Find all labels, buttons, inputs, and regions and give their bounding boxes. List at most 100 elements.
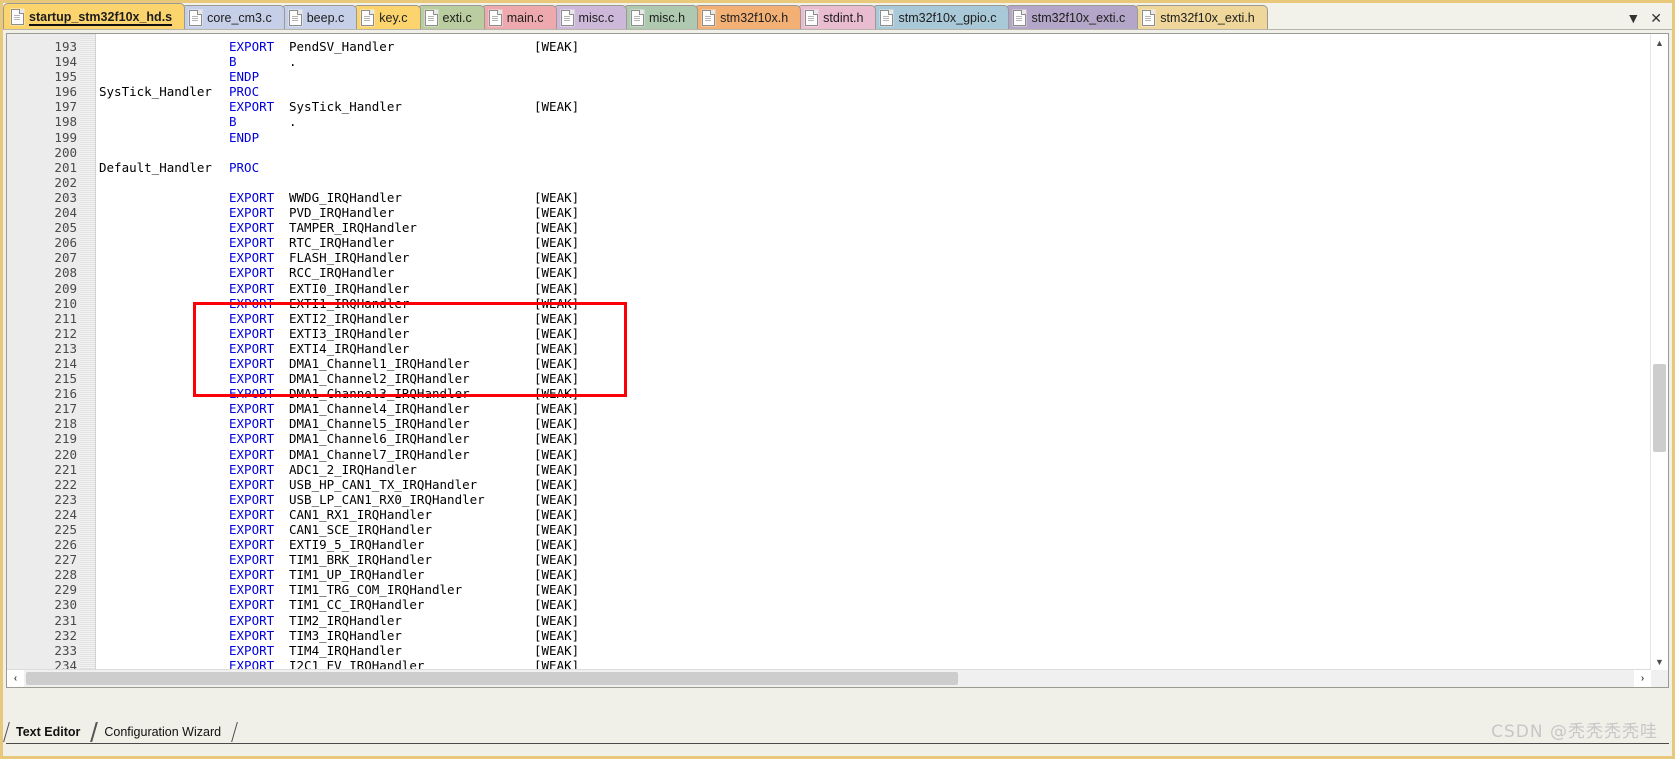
- chevron-down-icon[interactable]: ▼: [1626, 11, 1640, 25]
- file-tab-startup-stm32f10x-hd-s[interactable]: startup_stm32f10x_hd.s: [3, 3, 186, 29]
- code-line[interactable]: 213 EXPORT EXTI4_IRQHandler [WEAK]: [7, 341, 1651, 356]
- code-symbol: USB_HP_CAN1_TX_IRQHandler: [289, 476, 478, 492]
- file-tab-stm32f10x-gpio-c[interactable]: stm32f10x_gpio.c: [872, 5, 1010, 29]
- line-number: 206: [54, 235, 77, 251]
- code-line[interactable]: 200: [7, 145, 1651, 160]
- code-line[interactable]: 197 EXPORT SysTick_Handler [WEAK]: [7, 99, 1651, 114]
- line-number: 212: [54, 325, 77, 341]
- file-tab-main-c[interactable]: main.c: [480, 5, 557, 29]
- code-weak-attribute: [WEAK]: [534, 642, 580, 658]
- code-line[interactable]: 219 EXPORT DMA1_Channel6_IRQHandler [WEAK]: [7, 431, 1651, 446]
- code-line[interactable]: 210 EXPORT EXTI1_IRQHandler [WEAK]: [7, 296, 1651, 311]
- file-tab-exti-c[interactable]: exti.c: [416, 5, 485, 29]
- code-line[interactable]: 195 ENDP: [7, 69, 1651, 84]
- code-line[interactable]: 225 EXPORT CAN1_SCE_IRQHandler [WEAK]: [7, 522, 1651, 537]
- editor-viewport[interactable]: 193 EXPORT PendSV_Handler [WEAK] 194 B. 195 END…: [7, 34, 1651, 670]
- code-line[interactable]: 229 EXPORT TIM1_TRG_COM_IRQHandler [WEAK]: [7, 582, 1651, 597]
- file-tab-stm32f10x-h[interactable]: stm32f10x.h: [694, 5, 802, 29]
- code-weak-attribute: [WEAK]: [534, 537, 580, 553]
- code-line[interactable]: 221 EXPORT ADC1_2_IRQHandler [WEAK]: [7, 462, 1651, 477]
- code-line[interactable]: 199 ENDP: [7, 130, 1651, 145]
- horizontal-scrollbar-track[interactable]: [960, 670, 1634, 687]
- chevron-right-icon[interactable]: ›: [1634, 670, 1651, 687]
- code-symbol: .: [289, 54, 297, 70]
- code-text-area[interactable]: 193 EXPORT PendSV_Handler [WEAK] 194 B. 195 END…: [7, 34, 1651, 670]
- code-line[interactable]: 232 EXPORT TIM3_IRQHandler [WEAK]: [7, 628, 1651, 643]
- code-keyword: EXPORT: [229, 491, 275, 507]
- code-line[interactable]: 194 B.: [7, 54, 1651, 69]
- code-line[interactable]: 217 EXPORT DMA1_Channel4_IRQHandler [WEAK]: [7, 401, 1651, 416]
- file-tab-stm32f10x-exti-c[interactable]: stm32f10x_exti.c: [1005, 5, 1139, 29]
- code-line[interactable]: 224 EXPORT CAN1_RX1_IRQHandler [WEAK]: [7, 507, 1651, 522]
- code-keyword: PROC: [229, 159, 260, 175]
- line-text: [99, 145, 534, 160]
- code-line[interactable]: 201 Default_Handler PROC: [7, 160, 1651, 175]
- code-symbol: DMA1_Channel5_IRQHandler: [289, 416, 470, 432]
- code-line[interactable]: 211 EXPORT EXTI2_IRQHandler [WEAK]: [7, 311, 1651, 326]
- code-line[interactable]: 226 EXPORT EXTI9_5_IRQHandler [WEAK]: [7, 537, 1651, 552]
- code-line[interactable]: 204 EXPORT PVD_IRQHandler [WEAK]: [7, 205, 1651, 220]
- code-line[interactable]: 214 EXPORT DMA1_Channel1_IRQHandler [WEAK]: [7, 356, 1651, 371]
- file-icon: [189, 9, 203, 26]
- chevron-left-icon[interactable]: ‹: [7, 670, 24, 687]
- code-line[interactable]: 206 EXPORT RTC_IRQHandler [WEAK]: [7, 235, 1651, 250]
- file-tab-stm32f10x-exti-h[interactable]: stm32f10x_exti.h: [1134, 5, 1268, 29]
- line-text: EXPORT DMA1_Channel4_IRQHandler [WEAK]: [99, 401, 579, 416]
- code-weak-attribute: [WEAK]: [534, 416, 580, 432]
- line-text: EXPORT CAN1_RX1_IRQHandler [WEAK]: [99, 507, 579, 522]
- code-keyword: EXPORT: [229, 295, 275, 311]
- code-line[interactable]: 222 EXPORT USB_HP_CAN1_TX_IRQHandler [WEAK]: [7, 477, 1651, 492]
- code-line[interactable]: 233 EXPORT TIM4_IRQHandler [WEAK]: [7, 643, 1651, 658]
- code-line[interactable]: 227 EXPORT TIM1_BRK_IRQHandler [WEAK]: [7, 552, 1651, 567]
- line-number: 210: [54, 295, 77, 311]
- horizontal-scrollbar[interactable]: ‹ ›: [7, 669, 1651, 687]
- code-line[interactable]: 216 EXPORT DMA1_Channel3_IRQHandler [WEAK]: [7, 386, 1651, 401]
- file-icon: [288, 9, 302, 26]
- file-tab-key-c[interactable]: key.c: [353, 5, 421, 29]
- line-number: 214: [54, 355, 77, 371]
- code-line[interactable]: 203 EXPORT WWDG_IRQHandler [WEAK]: [7, 190, 1651, 205]
- code-line[interactable]: 218 EXPORT DMA1_Channel5_IRQHandler [WEAK]: [7, 416, 1651, 431]
- view-mode-tabs: Text Editor Configuration Wizard: [6, 718, 1669, 742]
- code-line[interactable]: 208 EXPORT RCC_IRQHandler [WEAK]: [7, 265, 1651, 280]
- code-symbol: TIM1_CC_IRQHandler: [289, 597, 425, 613]
- code-symbol: EXTI9_5_IRQHandler: [289, 537, 425, 553]
- code-line[interactable]: 215 EXPORT DMA1_Channel2_IRQHandler [WEAK]: [7, 371, 1651, 386]
- code-line[interactable]: 205 EXPORT TAMPER_IRQHandler [WEAK]: [7, 220, 1651, 235]
- line-number: 202: [54, 174, 77, 190]
- code-line[interactable]: 209 EXPORT EXTI0_IRQHandler [WEAK]: [7, 281, 1651, 296]
- code-line[interactable]: 198 B.: [7, 114, 1651, 129]
- view-tab-text-editor[interactable]: Text Editor: [6, 722, 94, 742]
- view-tab-configuration-wizard[interactable]: Configuration Wizard: [94, 722, 235, 742]
- line-number: 201: [54, 159, 77, 175]
- code-line[interactable]: 220 EXPORT DMA1_Channel7_IRQHandler [WEAK]: [7, 447, 1651, 462]
- code-line[interactable]: 223 EXPORT USB_LP_CAN1_RX0_IRQHandler [WEAK…: [7, 492, 1651, 507]
- file-tab-stdint-h[interactable]: stdint.h: [797, 5, 877, 29]
- code-line[interactable]: 193 EXPORT PendSV_Handler [WEAK]: [7, 39, 1651, 54]
- file-tab-misc-h[interactable]: misc.h: [622, 5, 699, 29]
- code-symbol: RCC_IRQHandler: [289, 265, 395, 281]
- file-tab-core-cm3-c[interactable]: core_cm3.c: [181, 5, 285, 29]
- code-keyword: EXPORT: [229, 99, 275, 115]
- line-text: ENDP: [99, 130, 534, 145]
- code-weak-attribute: [WEAK]: [534, 235, 580, 251]
- code-line[interactable]: 202: [7, 175, 1651, 190]
- chevron-down-icon[interactable]: ▼: [1651, 653, 1668, 670]
- line-text: [99, 175, 534, 190]
- horizontal-scrollbar-thumb[interactable]: [26, 672, 958, 685]
- vertical-scrollbar[interactable]: ▲ ▼: [1650, 34, 1668, 670]
- file-tab-beep-c[interactable]: beep.c: [280, 5, 358, 29]
- code-line[interactable]: 212 EXPORT EXTI3_IRQHandler [WEAK]: [7, 326, 1651, 341]
- close-icon[interactable]: ✕: [1650, 11, 1662, 25]
- code-line[interactable]: 196 SysTick_Handler PROC: [7, 84, 1651, 99]
- code-line[interactable]: 231 EXPORT TIM2_IRQHandler [WEAK]: [7, 613, 1651, 628]
- chevron-up-icon[interactable]: ▲: [1651, 34, 1668, 51]
- code-line[interactable]: 228 EXPORT TIM1_UP_IRQHandler [WEAK]: [7, 567, 1651, 582]
- code-keyword: EXPORT: [229, 476, 275, 492]
- line-number: 220: [54, 446, 77, 462]
- file-tab-misc-c[interactable]: misc.c: [552, 5, 627, 29]
- code-line[interactable]: 230 EXPORT TIM1_CC_IRQHandler [WEAK]: [7, 597, 1651, 612]
- line-text: EXPORT TIM1_TRG_COM_IRQHandler [WEAK]: [99, 582, 579, 597]
- code-line[interactable]: 207 EXPORT FLASH_IRQHandler [WEAK]: [7, 250, 1651, 265]
- vertical-scrollbar-thumb[interactable]: [1653, 364, 1666, 452]
